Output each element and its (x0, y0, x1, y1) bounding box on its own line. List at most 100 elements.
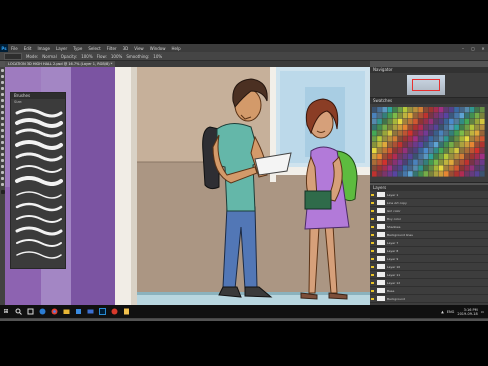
swatch-chip[interactable] (428, 124, 434, 130)
swatch-chip[interactable] (449, 118, 454, 125)
swatch-chip[interactable] (402, 171, 408, 177)
swatch-chip[interactable] (418, 112, 423, 119)
swatch-chip[interactable] (392, 118, 398, 125)
swatch-chip[interactable] (428, 165, 434, 171)
swatch-chip[interactable] (402, 153, 408, 160)
swatch-chip[interactable] (407, 159, 413, 165)
swatch-chip[interactable] (382, 142, 388, 148)
swatch-chip[interactable] (438, 159, 444, 165)
swatch-chip[interactable] (449, 130, 454, 136)
visibility-eye-icon[interactable] (370, 255, 375, 262)
swatch-chip[interactable] (382, 118, 388, 125)
search-icon[interactable] (14, 307, 23, 316)
swatch-chip[interactable] (413, 142, 418, 148)
swatch-chip[interactable] (377, 107, 382, 113)
swatch-chip[interactable] (413, 112, 418, 119)
swatch-chip[interactable] (454, 142, 459, 148)
swatch-chip[interactable] (377, 142, 382, 148)
swatch-chip[interactable] (449, 165, 454, 171)
swatch-chip[interactable] (454, 165, 459, 171)
visibility-eye-icon[interactable] (370, 199, 375, 206)
swatch-chip[interactable] (469, 142, 475, 148)
swatch-chip[interactable] (464, 112, 470, 119)
swatch-chip[interactable] (433, 165, 439, 171)
swatch-chip[interactable] (372, 165, 377, 171)
swatch-chip[interactable] (418, 165, 423, 171)
layer-row[interactable]: Boy color (370, 215, 488, 223)
swatch-chip[interactable] (449, 136, 454, 142)
swatch-chip[interactable] (407, 136, 413, 142)
layer-row[interactable]: Layer 9 (370, 255, 488, 263)
swatch-chip[interactable] (433, 147, 439, 154)
smoothing-input[interactable]: 10% (153, 54, 162, 59)
file-explorer-icon[interactable] (62, 307, 71, 316)
swatch-chip[interactable] (392, 107, 398, 113)
swatch-chip[interactable] (407, 153, 413, 160)
swatch-chip[interactable] (438, 153, 444, 160)
swatch-chip[interactable] (454, 171, 459, 177)
swatch-chip[interactable] (443, 142, 449, 148)
swatch-chip[interactable] (372, 112, 377, 119)
swatch-chip[interactable] (464, 118, 470, 125)
menu-type[interactable]: Type (70, 46, 85, 51)
network-icon[interactable]: ▲ (441, 310, 444, 314)
swatch-chip[interactable] (443, 159, 449, 165)
swatch-chip[interactable] (464, 153, 470, 160)
edge-icon[interactable] (38, 307, 47, 316)
layer-row[interactable]: Line Art copy (370, 199, 488, 207)
swatch-chip[interactable] (433, 124, 439, 130)
swatch-chip[interactable] (397, 124, 403, 130)
swatch-chip[interactable] (402, 107, 408, 113)
swatch-chip[interactable] (372, 107, 377, 113)
swatch-chip[interactable] (423, 136, 429, 142)
swatch-chip[interactable] (413, 147, 418, 154)
swatch-chip[interactable] (418, 142, 423, 148)
maximize-button[interactable]: ▢ (468, 46, 478, 51)
swatch-chip[interactable] (474, 112, 480, 119)
visibility-eye-icon[interactable] (370, 231, 375, 238)
swatch-chip[interactable] (479, 142, 485, 148)
brush-stroke-previews[interactable] (11, 105, 65, 267)
layer-row[interactable]: Girl color (370, 207, 488, 215)
store-icon[interactable] (74, 307, 83, 316)
swatch-chip[interactable] (464, 171, 470, 177)
swatch-chip[interactable] (397, 142, 403, 148)
brush-preset-picker[interactable] (4, 52, 22, 60)
swatch-chip[interactable] (433, 112, 439, 119)
visibility-eye-icon[interactable] (370, 271, 375, 278)
swatch-chip[interactable] (402, 124, 408, 130)
swatch-chip[interactable] (377, 165, 382, 171)
swatch-chip[interactable] (387, 159, 393, 165)
swatch-chip[interactable] (479, 165, 485, 171)
notifications-icon[interactable]: ▭ (481, 310, 484, 314)
swatch-chip[interactable] (438, 142, 444, 148)
swatch-chip[interactable] (464, 142, 470, 148)
swatch-chip[interactable] (474, 124, 480, 130)
swatch-chip[interactable] (402, 159, 408, 165)
menu-help[interactable]: Help (168, 46, 183, 51)
visibility-eye-icon[interactable] (370, 239, 375, 246)
swatch-chip[interactable] (423, 165, 429, 171)
swatch-chip[interactable] (418, 153, 423, 160)
menu-filter[interactable]: Filter (104, 46, 120, 51)
swatch-chip[interactable] (474, 136, 480, 142)
swatch-chip[interactable] (392, 124, 398, 130)
swatch-grid[interactable] (372, 107, 485, 177)
swatch-chip[interactable] (428, 118, 434, 125)
swatch-chip[interactable] (464, 130, 470, 136)
swatch-chip[interactable] (454, 159, 459, 165)
swatch-chip[interactable] (464, 107, 470, 113)
swatch-chip[interactable] (407, 171, 413, 177)
swatch-chip[interactable] (372, 124, 377, 130)
swatch-chip[interactable] (443, 153, 449, 160)
swatch-chip[interactable] (372, 142, 377, 148)
navigator-view-box[interactable] (412, 79, 440, 91)
menu-3d[interactable]: 3D (120, 46, 132, 51)
swatch-chip[interactable] (372, 171, 377, 177)
swatch-chip[interactable] (443, 118, 449, 125)
swatch-chip[interactable] (474, 142, 480, 148)
menu-view[interactable]: View (131, 46, 147, 51)
swatch-chip[interactable] (382, 130, 388, 136)
swatch-chip[interactable] (449, 153, 454, 160)
swatch-chip[interactable] (418, 136, 423, 142)
